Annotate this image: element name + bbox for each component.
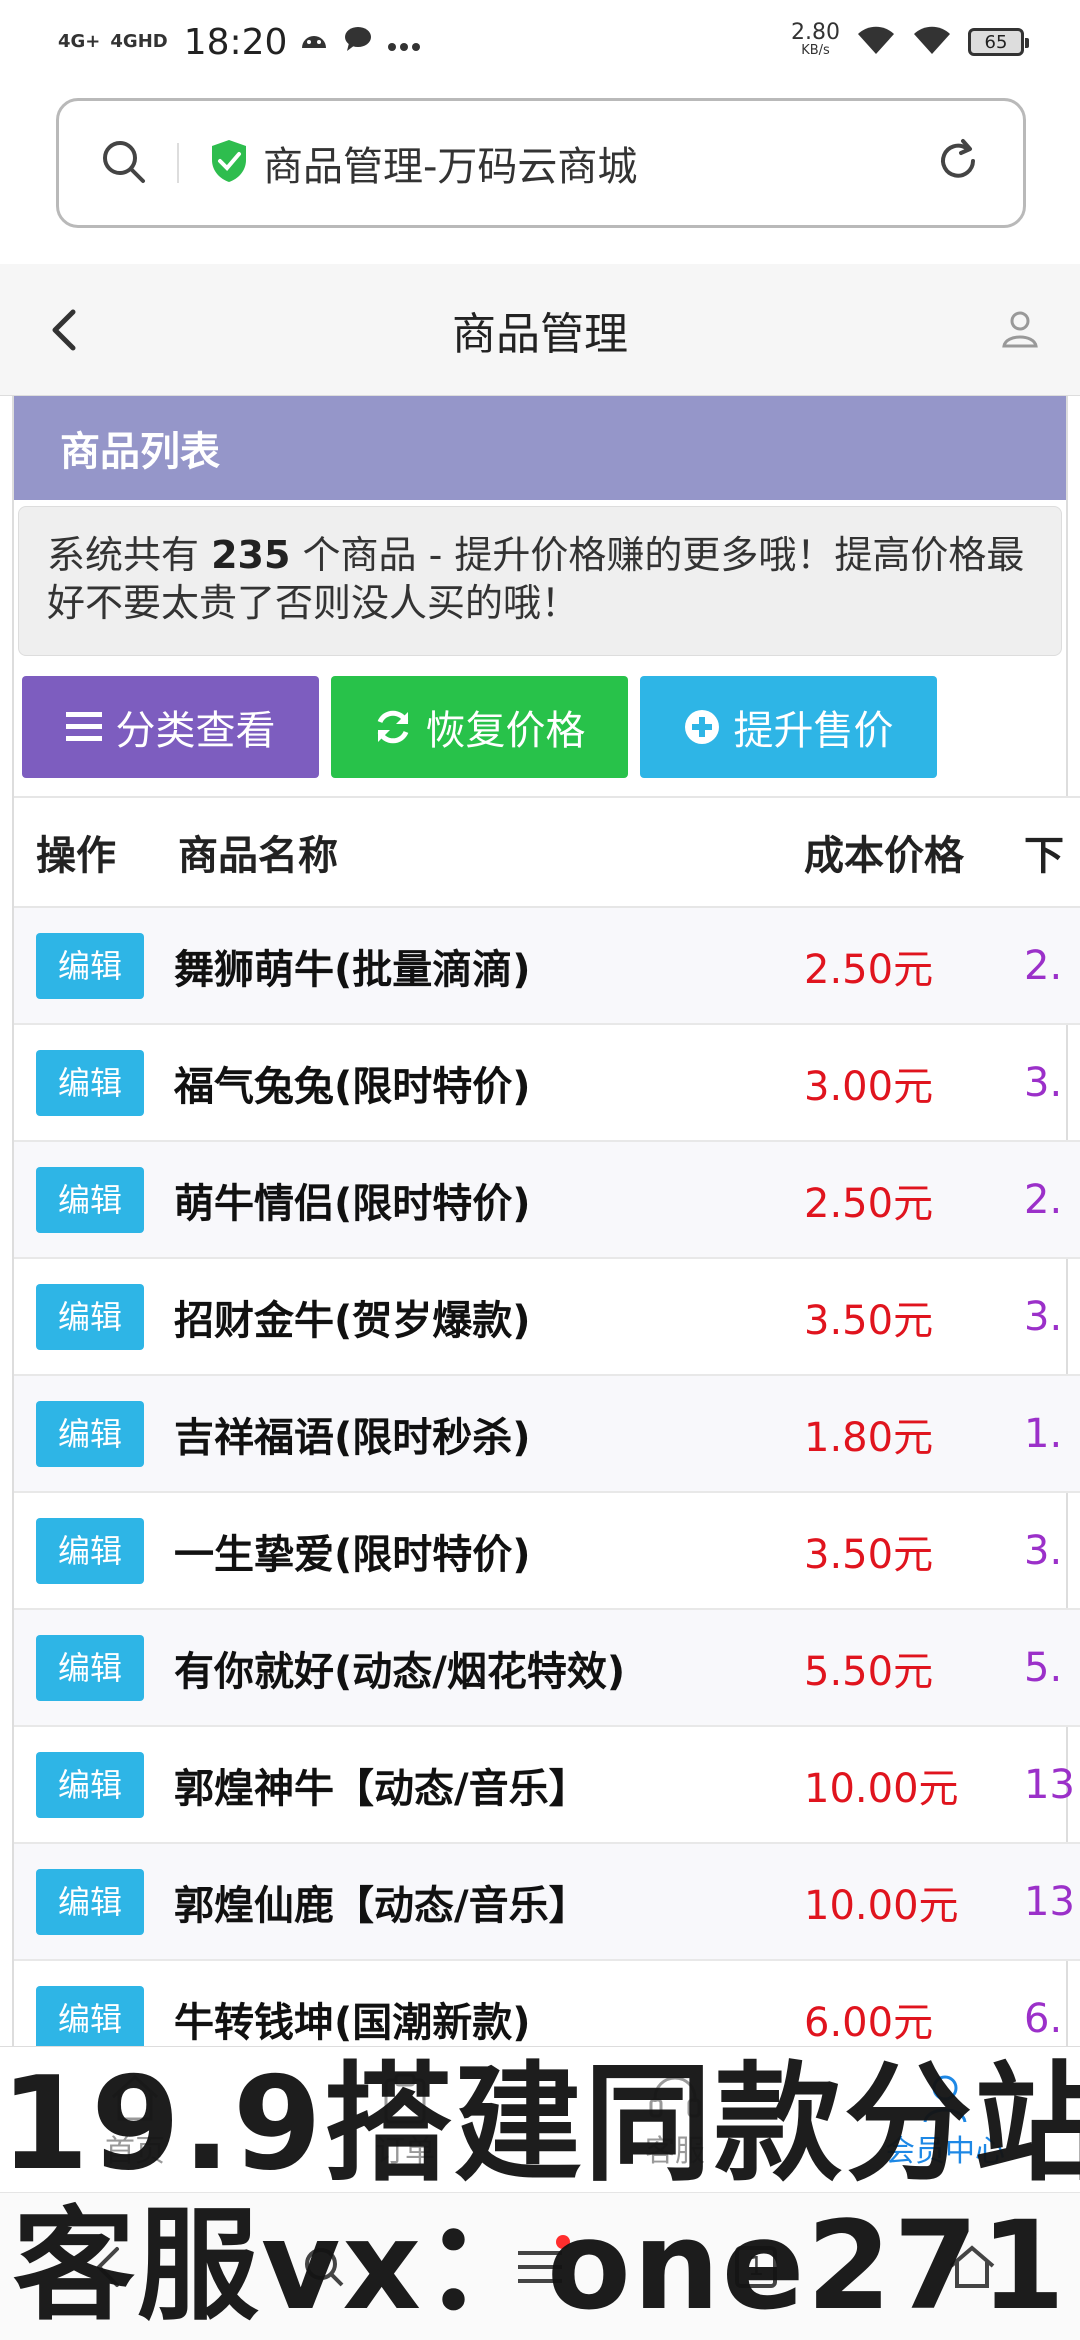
cost-price: 2.50元 xyxy=(804,1180,934,1227)
android-icon xyxy=(299,26,329,59)
product-count: 235 xyxy=(211,533,291,577)
next-price: 2. xyxy=(1024,1176,1063,1223)
next-price: 1. xyxy=(1024,1410,1063,1457)
cost-price: 1.80元 xyxy=(804,1414,934,1461)
product-name: 萌牛情侣(限时特价) xyxy=(174,1180,531,1227)
edit-button[interactable]: 编辑 xyxy=(36,932,144,999)
status-bar: 4G+ 4GHD 18:20 2.80 KB/s 65 xyxy=(0,0,1080,84)
table-row: 编辑 一生挚爱(限时特价) 3.50元 3. xyxy=(14,1492,1080,1609)
next-price: 3. xyxy=(1024,1293,1063,1340)
panel-heading: 商品列表 xyxy=(14,396,1066,500)
header-product-name: 商品名称 xyxy=(178,833,338,879)
refresh-icon xyxy=(374,708,412,746)
cost-price: 10.00元 xyxy=(804,1882,959,1929)
chevron-left-icon xyxy=(52,309,76,351)
network-speed: 2.80 KB/s xyxy=(791,20,840,60)
cost-price: 3.50元 xyxy=(804,1531,934,1578)
table-row: 编辑 舞狮萌牛(批量滴滴) 2.50元 2. xyxy=(14,907,1080,1024)
product-name: 一生挚爱(限时特价) xyxy=(174,1531,531,1578)
url-title[interactable]: 商品管理-万码云商城 xyxy=(263,134,933,192)
product-name: 福气兔兔(限时特价) xyxy=(174,1063,531,1110)
edit-button[interactable]: 编辑 xyxy=(36,1985,144,2052)
product-name: 吉祥福语(限时秒杀) xyxy=(174,1414,531,1461)
edit-button[interactable]: 编辑 xyxy=(36,1634,144,1701)
table-row: 编辑 吉祥福语(限时秒杀) 1.80元 1. xyxy=(14,1375,1080,1492)
edit-button[interactable]: 编辑 xyxy=(36,1049,144,1116)
category-view-label: 分类查看 xyxy=(115,708,276,754)
table-row: 编辑 福气兔兔(限时特价) 3.00元 3. xyxy=(14,1024,1080,1141)
header-operation: 操作 xyxy=(36,833,116,879)
table-row: 编辑 招财金牛(贺岁爆款) 3.50元 3. xyxy=(14,1258,1080,1375)
cost-price: 3.50元 xyxy=(804,1297,934,1344)
notice-box: 系统共有 235 个商品 - 提升价格赚的更多哦！提高价格最好不要太贵了否则没人… xyxy=(18,506,1062,656)
search-icon[interactable] xyxy=(99,137,147,189)
next-price: 5. xyxy=(1024,1644,1063,1691)
table-row: 编辑 萌牛情侣(限时特价) 2.50元 2. xyxy=(14,1141,1080,1258)
edit-button[interactable]: 编辑 xyxy=(36,1751,144,1818)
screen: 4G+ 4GHD 18:20 2.80 KB/s 65 商品管理-万码云商城 商… xyxy=(0,0,1080,2340)
next-price: 3. xyxy=(1024,1527,1063,1574)
watermark-line-1: 19.9搭建同款分站 xyxy=(0,2050,1080,2199)
menu-icon xyxy=(65,712,102,742)
product-name: 舞狮萌牛(批量滴滴) xyxy=(174,946,531,993)
restore-price-label: 恢复价格 xyxy=(425,708,586,754)
raise-price-button[interactable]: 提升售价 xyxy=(640,676,937,778)
next-price: 13 xyxy=(1024,1761,1075,1808)
speed-value: 2.80 xyxy=(791,20,840,45)
next-price: 2. xyxy=(1024,942,1063,989)
next-price: 13 xyxy=(1024,1878,1075,1925)
page-title: 商品管理 xyxy=(452,308,628,360)
notice-prefix: 系统共有 xyxy=(47,533,200,577)
product-name: 郭煌仙鹿【动态/音乐】 xyxy=(174,1882,589,1929)
table-row: 编辑 郭煌仙鹿【动态/音乐】 10.00元 13 xyxy=(14,1843,1080,1960)
edit-button[interactable]: 编辑 xyxy=(36,1400,144,1467)
wifi-icon xyxy=(912,24,952,60)
wifi-plus-icon xyxy=(856,24,896,60)
product-table: 操作 商品名称 成本价格 下 编辑 舞狮萌牛(批量滴滴) 2.50元 2. 编辑… xyxy=(14,796,1080,2078)
clock: 18:20 xyxy=(183,21,288,63)
cost-price: 3.00元 xyxy=(804,1063,934,1110)
more-dots-icon xyxy=(387,26,421,59)
address-bar[interactable]: 商品管理-万码云商城 xyxy=(56,98,1026,228)
header-cost-price: 成本价格 xyxy=(804,833,964,879)
refresh-icon[interactable] xyxy=(933,136,983,190)
product-panel: 商品列表 系统共有 235 个商品 - 提升价格赚的更多哦！提高价格最好不要太贵… xyxy=(12,396,1080,2077)
header-truncated: 下 xyxy=(1024,833,1064,879)
product-name: 有你就好(动态/烟花特效) xyxy=(174,1648,626,1695)
cost-price: 5.50元 xyxy=(804,1648,934,1695)
product-name: 郭煌神牛【动态/音乐】 xyxy=(174,1765,589,1812)
edit-button[interactable]: 编辑 xyxy=(36,1283,144,1350)
watermark-line-2: 客服vx：one271 xyxy=(12,2195,1068,2337)
url-divider xyxy=(177,143,179,183)
cost-price: 2.50元 xyxy=(804,946,934,993)
action-buttons: 分类查看 恢复价格 提升售价 xyxy=(14,656,1066,782)
category-view-button[interactable]: 分类查看 xyxy=(22,676,319,778)
table-row: 编辑 郭煌神牛【动态/音乐】 10.00元 13 xyxy=(14,1726,1080,1843)
cost-price: 10.00元 xyxy=(804,1765,959,1812)
edit-button[interactable]: 编辑 xyxy=(36,1166,144,1233)
plus-circle-icon xyxy=(684,709,720,745)
network-indicator-1: 4G+ xyxy=(58,31,101,52)
battery-icon: 65 xyxy=(968,28,1029,56)
edit-button[interactable]: 编辑 xyxy=(36,1517,144,1584)
table-row: 编辑 有你就好(动态/烟花特效) 5.50元 5. xyxy=(14,1609,1080,1726)
network-indicator-2: 4GHD xyxy=(110,31,168,52)
next-price: 3. xyxy=(1024,1059,1063,1106)
raise-price-label: 提升售价 xyxy=(733,708,894,754)
restore-price-button[interactable]: 恢复价格 xyxy=(331,676,628,778)
browser-bar: 商品管理-万码云商城 xyxy=(0,84,1080,264)
user-button[interactable] xyxy=(992,300,1048,356)
back-button[interactable] xyxy=(36,302,92,358)
shield-check-icon xyxy=(209,138,249,188)
edit-button[interactable]: 编辑 xyxy=(36,1868,144,1935)
table-header-row: 操作 商品名称 成本价格 下 xyxy=(14,797,1080,907)
app-header: 商品管理 xyxy=(0,264,1080,396)
status-right: 2.80 KB/s 65 xyxy=(791,20,1029,60)
user-icon xyxy=(1002,311,1038,348)
product-name: 招财金牛(贺岁爆款) xyxy=(174,1297,531,1344)
message-icon xyxy=(343,25,373,60)
